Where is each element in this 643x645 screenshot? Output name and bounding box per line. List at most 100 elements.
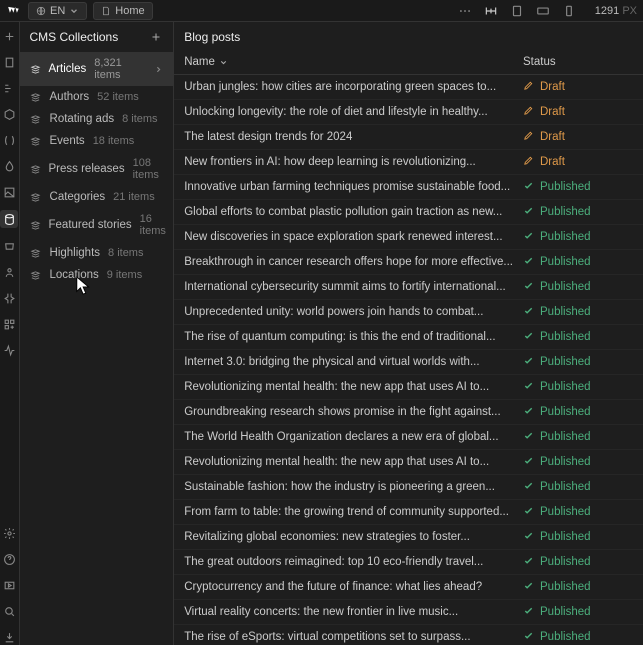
- row-status: Published: [523, 605, 633, 619]
- styles-icon[interactable]: [1, 158, 17, 174]
- table-row[interactable]: Urban jungles: how cities are incorporat…: [174, 75, 643, 100]
- table-row[interactable]: Virtual reality concerts: the new fronti…: [174, 600, 643, 625]
- variables-icon[interactable]: [1, 132, 17, 148]
- check-icon: [523, 255, 534, 269]
- table-row[interactable]: From farm to table: the growing trend of…: [174, 500, 643, 525]
- collection-item[interactable]: Events18 items: [20, 130, 174, 152]
- table-row[interactable]: Unlocking longevity: the role of diet an…: [174, 100, 643, 125]
- status-label: Published: [540, 206, 591, 218]
- status-label: Published: [540, 381, 591, 393]
- apps-icon[interactable]: [1, 316, 17, 332]
- cms-icon[interactable]: [0, 210, 18, 228]
- viewport-width[interactable]: 1291 PX: [587, 5, 637, 17]
- collection-item[interactable]: Locations9 items: [20, 264, 174, 286]
- table-row[interactable]: Revitalizing global economies: new strat…: [174, 525, 643, 550]
- stack-icon: [30, 269, 42, 281]
- stack-icon: [30, 91, 42, 103]
- row-title: Unprecedented unity: world powers join h…: [184, 306, 523, 318]
- row-title: Revitalizing global economies: new strat…: [184, 531, 523, 543]
- device-mobile-icon[interactable]: [561, 3, 577, 19]
- table-row[interactable]: Cryptocurrency and the future of finance…: [174, 575, 643, 600]
- table-row[interactable]: Innovative urban farming techniques prom…: [174, 175, 643, 200]
- table-row[interactable]: The latest design trends for 2024Draft: [174, 125, 643, 150]
- settings-icon[interactable]: [1, 525, 17, 541]
- table-row[interactable]: New discoveries in space exploration spa…: [174, 225, 643, 250]
- video-icon[interactable]: [1, 577, 17, 593]
- table-row[interactable]: Revolutionizing mental health: the new a…: [174, 450, 643, 475]
- table-row[interactable]: Internet 3.0: bridging the physical and …: [174, 350, 643, 375]
- row-title: New discoveries in space exploration spa…: [184, 231, 523, 243]
- navigator-icon[interactable]: [1, 80, 17, 96]
- breakpoint-add-icon[interactable]: [483, 3, 499, 19]
- page-switcher[interactable]: Home: [93, 2, 152, 20]
- table-row[interactable]: Breakthrough in cancer research offers h…: [174, 250, 643, 275]
- table-row[interactable]: Groundbreaking research shows promise in…: [174, 400, 643, 425]
- row-title: Unlocking longevity: the role of diet an…: [184, 106, 523, 118]
- logic-icon[interactable]: [1, 290, 17, 306]
- row-status: Published: [523, 405, 633, 419]
- content-title: Blog posts: [174, 22, 643, 50]
- row-title: The great outdoors reimagined: top 10 ec…: [184, 556, 523, 568]
- collection-item[interactable]: Highlights8 items: [20, 242, 174, 264]
- table-row[interactable]: New frontiers in AI: how deep learning i…: [174, 150, 643, 175]
- locale-switcher[interactable]: EN: [28, 2, 87, 20]
- row-status: Draft: [523, 130, 633, 144]
- collection-item[interactable]: Featured stories16 items: [20, 208, 174, 242]
- row-status: Published: [523, 555, 633, 569]
- table-row[interactable]: Sustainable fashion: how the industry is…: [174, 475, 643, 500]
- table-row[interactable]: Unprecedented unity: world powers join h…: [174, 300, 643, 325]
- row-status: Published: [523, 505, 633, 519]
- table-row[interactable]: The rise of quantum computing: is this t…: [174, 325, 643, 350]
- export-icon[interactable]: [1, 629, 17, 645]
- check-icon: [523, 330, 534, 344]
- components-icon[interactable]: [1, 106, 17, 122]
- column-header-name[interactable]: Name: [184, 56, 523, 68]
- row-title: From farm to table: the growing trend of…: [184, 506, 523, 518]
- app-logo[interactable]: [6, 3, 22, 19]
- collection-item[interactable]: Categories21 items: [20, 186, 174, 208]
- row-title: Groundbreaking research shows promise in…: [184, 406, 523, 418]
- status-label: Published: [540, 256, 591, 268]
- row-title: Innovative urban farming techniques prom…: [184, 181, 523, 193]
- table-row[interactable]: The rise of eSports: virtual competition…: [174, 625, 643, 645]
- device-landscape-icon[interactable]: [535, 3, 551, 19]
- pencil-icon: [523, 80, 534, 94]
- table-row[interactable]: Revolutionizing mental health: the new a…: [174, 375, 643, 400]
- collection-name: Highlights: [50, 247, 101, 259]
- left-rail: [0, 22, 20, 645]
- column-header-status[interactable]: Status: [523, 56, 633, 68]
- pencil-icon: [523, 155, 534, 169]
- audit-icon[interactable]: [1, 342, 17, 358]
- check-icon: [523, 355, 534, 369]
- collection-item[interactable]: Authors52 items: [20, 86, 174, 108]
- ecommerce-icon[interactable]: [1, 238, 17, 254]
- row-status: Published: [523, 630, 633, 644]
- row-status: Published: [523, 380, 633, 394]
- users-icon[interactable]: [1, 264, 17, 280]
- table-row[interactable]: Global efforts to combat plastic polluti…: [174, 200, 643, 225]
- table-row[interactable]: The great outdoors reimagined: top 10 ec…: [174, 550, 643, 575]
- pages-icon[interactable]: [1, 54, 17, 70]
- row-status: Draft: [523, 80, 633, 94]
- row-title: The rise of eSports: virtual competition…: [184, 631, 523, 643]
- check-icon: [523, 380, 534, 394]
- collection-item[interactable]: Press releases108 items: [20, 152, 174, 186]
- collection-name: Rotating ads: [50, 113, 115, 125]
- assets-icon[interactable]: [1, 184, 17, 200]
- more-icon[interactable]: [457, 3, 473, 19]
- row-status: Published: [523, 355, 633, 369]
- search-icon[interactable]: [1, 603, 17, 619]
- help-icon[interactable]: [1, 551, 17, 567]
- add-element-icon[interactable]: [1, 28, 17, 44]
- collection-name: Articles: [49, 63, 87, 75]
- collection-count: 9 items: [107, 269, 142, 281]
- collection-item[interactable]: Rotating ads8 items: [20, 108, 174, 130]
- row-status: Published: [523, 205, 633, 219]
- add-collection-button[interactable]: [149, 30, 163, 44]
- table-row[interactable]: The World Health Organization declares a…: [174, 425, 643, 450]
- check-icon: [523, 305, 534, 319]
- check-icon: [523, 630, 534, 644]
- collection-item[interactable]: Articles8,321 items: [20, 52, 174, 86]
- device-tablet-icon[interactable]: [509, 3, 525, 19]
- table-row[interactable]: International cybersecurity summit aims …: [174, 275, 643, 300]
